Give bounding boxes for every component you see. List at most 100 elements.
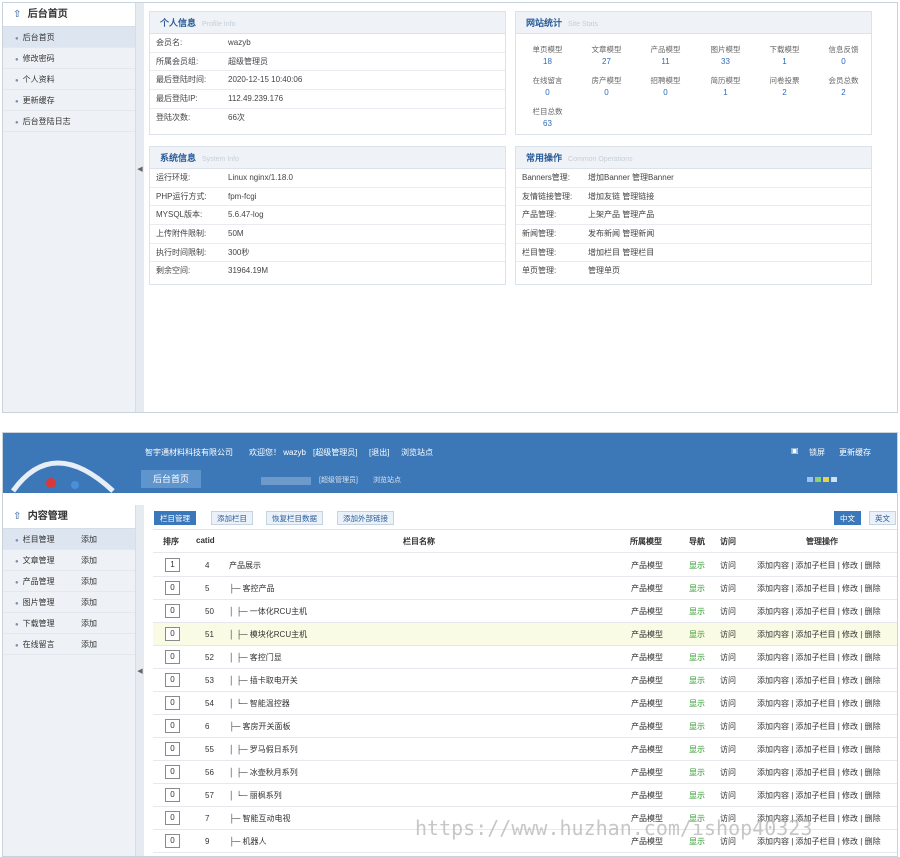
stat-value[interactable]: 1 <box>696 87 755 99</box>
sidebar-item-refresh-cache[interactable]: ● 更新缓存 <box>3 90 135 111</box>
tab-home[interactable]: 后台首页 <box>141 470 201 488</box>
lang-cn-button[interactable]: 中文 <box>834 511 861 525</box>
nav-show-link[interactable]: 显示 <box>689 738 705 761</box>
visit-link[interactable]: 访问 <box>720 738 736 761</box>
stat-value[interactable]: 0 <box>518 87 577 99</box>
browse-site-link[interactable]: 浏览站点 <box>401 447 433 458</box>
visit-link[interactable]: 访问 <box>720 554 736 577</box>
nav-show-link[interactable]: 显示 <box>689 577 705 600</box>
sidebar-add-link[interactable]: 添加 <box>81 571 97 592</box>
add-column-button[interactable]: 添加栏目 <box>211 511 253 525</box>
order-input[interactable]: 0 <box>165 719 180 733</box>
nav-show-link[interactable]: 显示 <box>689 554 705 577</box>
stat-value[interactable]: 11 <box>636 56 695 68</box>
order-input[interactable]: 0 <box>165 811 180 825</box>
row-ops-links[interactable]: 添加内容 | 添加子栏目 | 修改 | 删除 <box>757 784 881 807</box>
sidebar-add-link[interactable]: 添加 <box>81 529 97 550</box>
sidebar-add-link[interactable]: 添加 <box>81 634 97 655</box>
visit-link[interactable]: 访问 <box>720 577 736 600</box>
splitter[interactable] <box>136 505 144 856</box>
sidebar-item-home[interactable]: ● 后台首页 <box>3 27 135 48</box>
skin-swatch-icon[interactable] <box>807 477 813 482</box>
sidebar-item-columns[interactable]: ● 栏目管理 添加 <box>3 529 135 550</box>
sidebar-item-downloads[interactable]: ● 下载管理 添加 <box>3 613 135 634</box>
sidebar-item-articles[interactable]: ● 文章管理 添加 <box>3 550 135 571</box>
order-input[interactable]: 0 <box>165 650 180 664</box>
sidebar-add-link[interactable]: 添加 <box>81 592 97 613</box>
order-input[interactable]: 0 <box>165 627 180 641</box>
lock-icon[interactable]: ▣ <box>791 446 799 455</box>
stat-value[interactable]: 33 <box>696 56 755 68</box>
order-input[interactable]: 1 <box>165 558 180 572</box>
visit-link[interactable]: 访问 <box>720 669 736 692</box>
visit-link[interactable]: 访问 <box>720 715 736 738</box>
stat-value[interactable]: 1 <box>755 56 814 68</box>
restore-column-button[interactable]: 恢复栏目数据 <box>266 511 323 525</box>
visit-link[interactable]: 访问 <box>720 692 736 715</box>
skin-swatch-icon[interactable] <box>815 477 821 482</box>
sidebar-item-password[interactable]: ● 修改密码 <box>3 48 135 69</box>
order-input[interactable]: 0 <box>165 673 180 687</box>
lang-en-button[interactable]: 英文 <box>869 511 896 525</box>
stat-value[interactable]: 18 <box>518 56 577 68</box>
visit-link[interactable]: 访问 <box>720 646 736 669</box>
row-ops-links[interactable]: 添加内容 | 添加子栏目 | 修改 | 删除 <box>757 761 881 784</box>
order-input[interactable]: 0 <box>165 765 180 779</box>
lock-screen-link[interactable]: 锁屏 <box>809 447 825 458</box>
ops-links[interactable]: 增加栏目 管理栏目 <box>588 244 654 263</box>
stat-value[interactable]: 63 <box>518 118 577 130</box>
nav-show-link[interactable]: 显示 <box>689 784 705 807</box>
order-input[interactable]: 0 <box>165 834 180 848</box>
row-ops-links[interactable]: 添加内容 | 添加子栏目 | 修改 | 删除 <box>757 554 881 577</box>
order-input[interactable]: 0 <box>165 742 180 756</box>
nav-show-link[interactable]: 显示 <box>689 600 705 623</box>
row-ops-links[interactable]: 添加内容 | 添加子栏目 | 修改 | 删除 <box>757 646 881 669</box>
sidebar-add-link[interactable]: 添加 <box>81 613 97 634</box>
splitter[interactable] <box>136 3 144 412</box>
ops-links[interactable]: 管理单页 <box>588 262 620 281</box>
sidebar-item-products[interactable]: ● 产品管理 添加 <box>3 571 135 592</box>
nav-show-link[interactable]: 显示 <box>689 646 705 669</box>
ops-links[interactable]: 发布新闻 管理新闻 <box>588 225 654 244</box>
skin-swatch-icon[interactable] <box>823 477 829 482</box>
stat-value[interactable]: 0 <box>814 56 873 68</box>
add-external-link-button[interactable]: 添加外部链接 <box>337 511 394 525</box>
row-ops-links[interactable]: 添加内容 | 添加子栏目 | 修改 | 删除 <box>757 738 881 761</box>
stat-value[interactable]: 0 <box>636 87 695 99</box>
visit-link[interactable]: 访问 <box>720 761 736 784</box>
skin-swatch-icon[interactable] <box>831 477 837 482</box>
sidebar-add-link[interactable]: 添加 <box>81 550 97 571</box>
row-ops-links[interactable]: 添加内容 | 添加子栏目 | 修改 | 删除 <box>757 600 881 623</box>
sidebar-item-profile[interactable]: ● 个人资料 <box>3 69 135 90</box>
visit-link[interactable]: 访问 <box>720 600 736 623</box>
nav-show-link[interactable]: 显示 <box>689 623 705 646</box>
visit-link[interactable]: 访问 <box>720 623 736 646</box>
order-input[interactable]: 0 <box>165 581 180 595</box>
collapse-arrow-icon[interactable]: ◀ <box>136 163 144 177</box>
sidebar-item-images[interactable]: ● 图片管理 添加 <box>3 592 135 613</box>
row-ops-links[interactable]: 添加内容 | 添加子栏目 | 修改 | 删除 <box>757 623 881 646</box>
collapse-arrow-icon[interactable]: ◀ <box>136 665 144 679</box>
nav-show-link[interactable]: 显示 <box>689 761 705 784</box>
row-ops-links[interactable]: 添加内容 | 添加子栏目 | 修改 | 删除 <box>757 577 881 600</box>
row-ops-links[interactable]: 添加内容 | 添加子栏目 | 修改 | 删除 <box>757 692 881 715</box>
logout-link[interactable]: [退出] <box>369 447 389 458</box>
sidebar-item-messages[interactable]: ● 在线留言 添加 <box>3 634 135 655</box>
stat-value[interactable]: 2 <box>755 87 814 99</box>
row-ops-links[interactable]: 添加内容 | 添加子栏目 | 修改 | 删除 <box>757 669 881 692</box>
stat-value[interactable]: 2 <box>814 87 873 99</box>
row-ops-links[interactable]: 添加内容 | 添加子栏目 | 修改 | 删除 <box>757 715 881 738</box>
nav-show-link[interactable]: 显示 <box>689 692 705 715</box>
visit-link[interactable]: 访问 <box>720 784 736 807</box>
order-input[interactable]: 0 <box>165 604 180 618</box>
column-manage-button[interactable]: 栏目管理 <box>154 511 196 525</box>
sidebar-item-login-log[interactable]: ● 后台登陆日志 <box>3 111 135 132</box>
ops-links[interactable]: 增加友链 管理链接 <box>588 188 654 207</box>
refresh-cache-link[interactable]: 更新缓存 <box>839 447 871 458</box>
stat-value[interactable]: 0 <box>577 87 636 99</box>
stat-value[interactable]: 27 <box>577 56 636 68</box>
sub-browse-link[interactable]: 浏览站点 <box>373 475 401 485</box>
ops-links[interactable]: 增加Banner 管理Banner <box>588 169 674 188</box>
order-input[interactable]: 0 <box>165 788 180 802</box>
order-input[interactable]: 0 <box>165 696 180 710</box>
